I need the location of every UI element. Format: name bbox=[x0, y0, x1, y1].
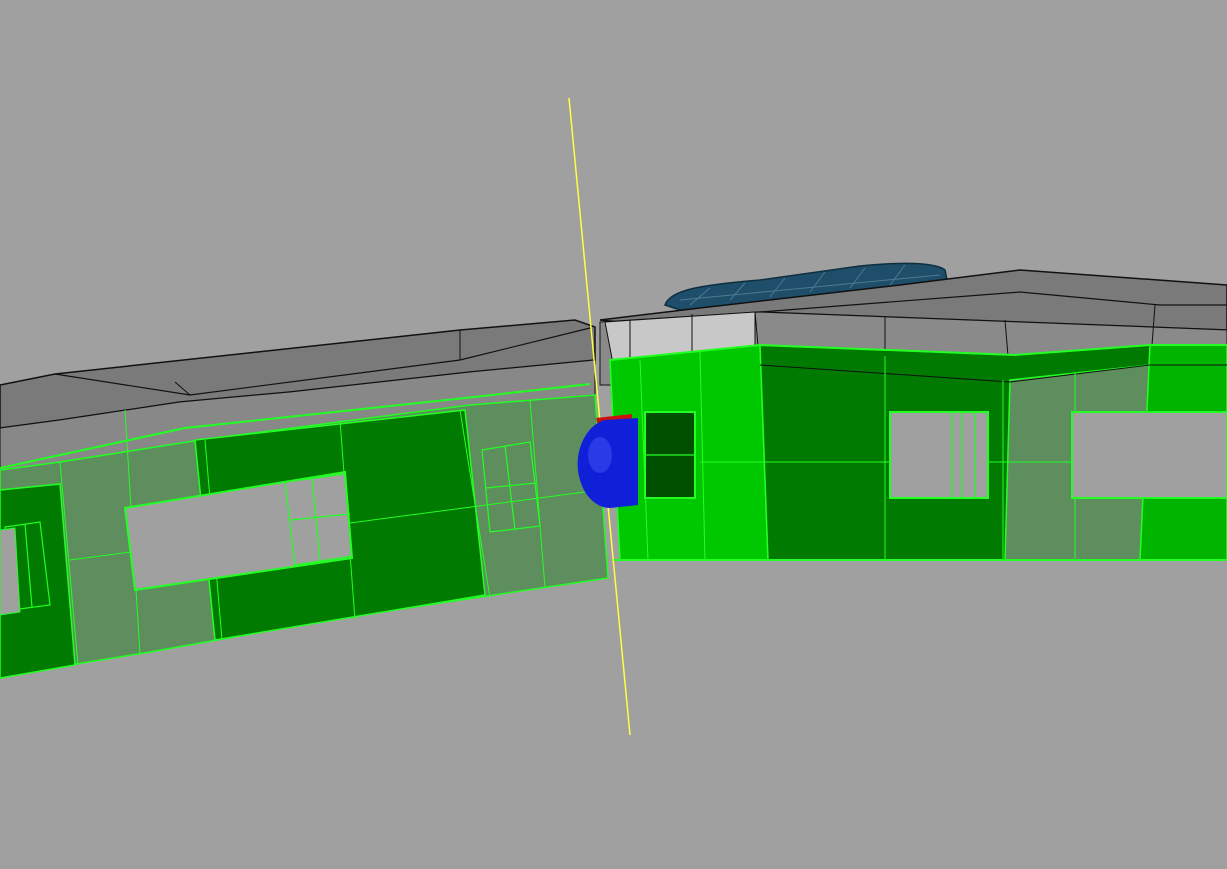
3d-viewport[interactable] bbox=[0, 0, 1227, 869]
right-window-opening-2 bbox=[1071, 411, 1227, 499]
right-building[interactable] bbox=[599, 262, 1227, 561]
right-window-opening-1 bbox=[889, 411, 989, 499]
right-door bbox=[644, 411, 696, 499]
model-canvas[interactable] bbox=[0, 0, 1227, 869]
left-building[interactable] bbox=[0, 319, 609, 679]
